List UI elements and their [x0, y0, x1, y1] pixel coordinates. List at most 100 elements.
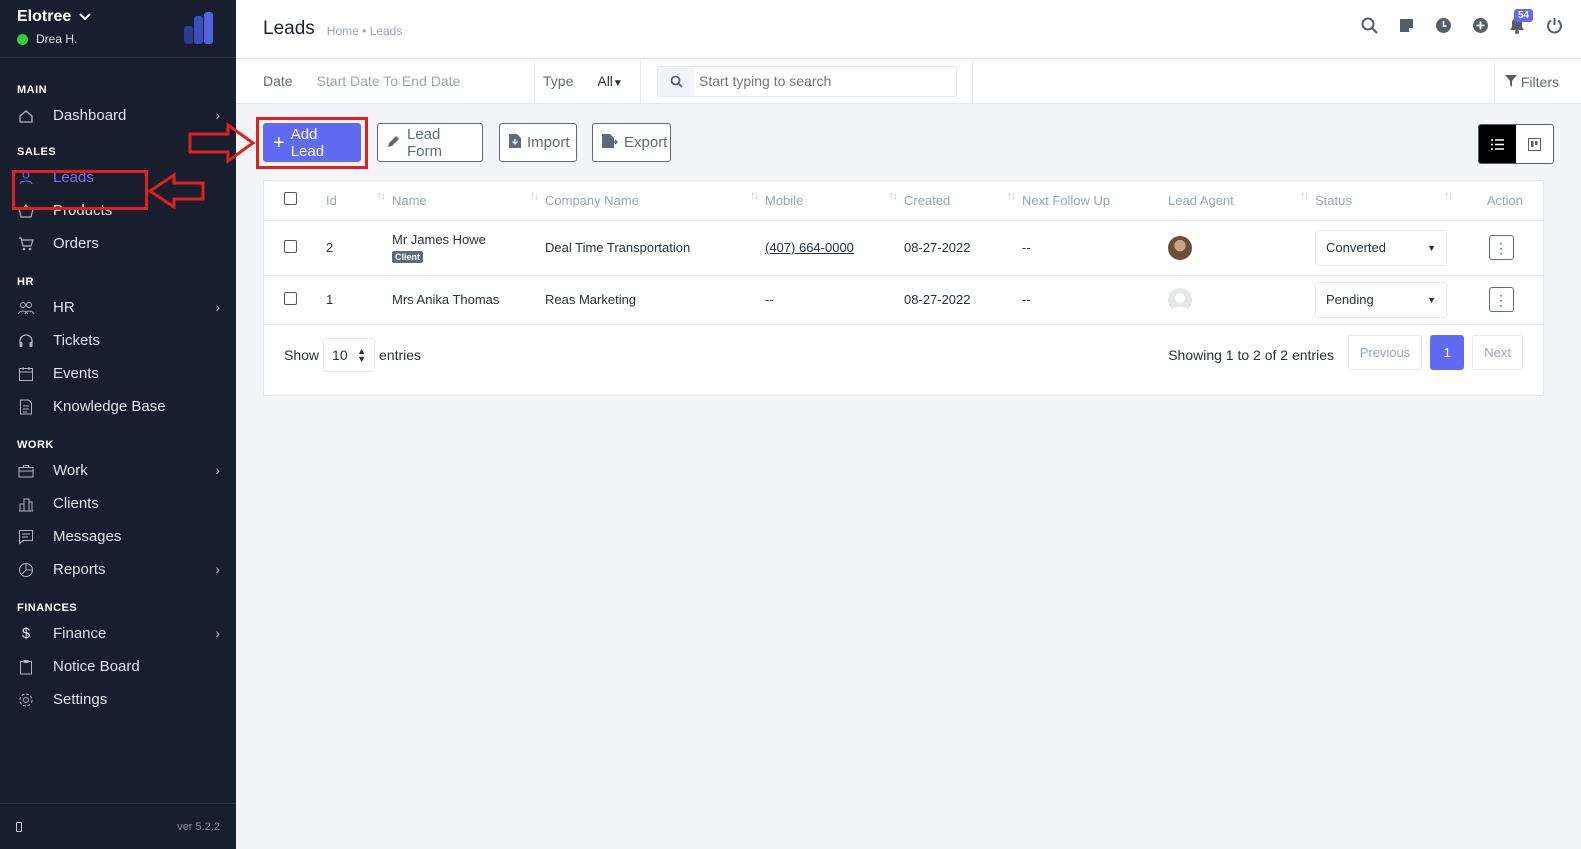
status-select[interactable]: Converted ▼ — [1315, 229, 1447, 266]
breadcrumb[interactable]: Home • Leads — [327, 24, 403, 38]
sidebar-item-settings[interactable]: Settings — [0, 683, 236, 716]
page-1-button[interactable]: 1 — [1430, 335, 1465, 370]
kanban-view-icon[interactable] — [1516, 125, 1553, 163]
sidebar-item-label: Work — [53, 462, 88, 479]
sidebar-item-hr[interactable]: HR › — [0, 291, 236, 324]
user-name: Drea H. — [36, 32, 78, 46]
sidebar-item-orders[interactable]: Orders — [0, 227, 236, 260]
avatar-placeholder[interactable] — [1168, 287, 1192, 312]
mobile-icon[interactable] — [16, 821, 22, 832]
filter-bar: Date Start Date To End Date Type All▼ Fi… — [236, 58, 1581, 104]
column-header-created[interactable]: Created ↑↓ — [904, 181, 1022, 221]
sidebar-item-messages[interactable]: Messages — [0, 520, 236, 553]
column-label: Company Name — [545, 192, 639, 208]
sidebar-item-events[interactable]: Events — [0, 357, 236, 390]
page-header: Leads Home • Leads 54 — [236, 0, 1581, 59]
mobile-link[interactable]: (407) 664-0000 — [765, 240, 854, 255]
dollar-icon: $ — [21, 625, 31, 642]
home-icon — [17, 107, 35, 125]
table-row[interactable]: 1 Mrs Anika Thomas Reas Marketing -- 08-… — [264, 275, 1543, 325]
column-header-id[interactable]: Id ↑↓ — [326, 181, 392, 221]
add-circle-icon[interactable] — [1471, 16, 1489, 34]
list-view-icon[interactable] — [1479, 125, 1516, 163]
lead-name-cell: Mrs Anika Thomas — [392, 275, 545, 325]
page-length-control: Show 10 ▲ ▼ entries — [284, 337, 421, 373]
sidebar-item-notice-board[interactable]: Notice Board — [0, 650, 236, 683]
sort-icon: ↑↓ — [889, 190, 898, 202]
sidebar-item-tickets[interactable]: Tickets — [0, 324, 236, 357]
arrow-right-icon — [188, 122, 256, 164]
type-filter[interactable]: Type All▼ — [535, 58, 641, 104]
date-filter[interactable]: Date Start Date To End Date — [236, 58, 535, 104]
column-header-company[interactable]: Company Name ↑↓ — [545, 181, 765, 221]
sidebar-item-finance[interactable]: $ Finance › — [0, 617, 236, 650]
briefcase-icon — [17, 462, 35, 480]
client-badge: Client — [392, 251, 424, 263]
row-checkbox[interactable] — [284, 291, 297, 305]
select-all-checkbox[interactable] — [284, 192, 297, 206]
search-box[interactable] — [657, 65, 957, 97]
sidebar-item-label: Notice Board — [53, 658, 140, 675]
row-checkbox[interactable] — [284, 239, 297, 253]
sidebar-item-label: HR — [53, 299, 75, 316]
filters-button[interactable]: Filters — [1493, 59, 1581, 104]
sidebar-footer: ver 5.2.2 — [0, 803, 236, 849]
headset-icon — [17, 332, 35, 350]
date-range-input[interactable]: Start Date To End Date — [317, 73, 461, 89]
column-label: Next Follow Up — [1022, 192, 1111, 208]
updown-icon: ▲ ▼ — [357, 346, 367, 364]
caret-down-icon: ▼ — [1427, 242, 1436, 253]
caret-down-icon: ▼ — [612, 78, 623, 89]
table-row[interactable]: 2 Mr James Howe Client Deal Time Transpo… — [264, 220, 1543, 276]
sidebar-item-clients[interactable]: Clients — [0, 487, 236, 520]
view-toggle — [1478, 124, 1554, 164]
section-hr: HR — [17, 276, 34, 288]
bell-icon[interactable]: 54 — [1508, 9, 1534, 34]
search-input[interactable] — [694, 73, 944, 89]
sort-icon: ↑↓ — [377, 190, 386, 202]
next-page-button[interactable]: Next — [1472, 335, 1523, 370]
chevron-down-icon — [79, 13, 91, 21]
page-length-select[interactable]: 10 ▲ ▼ — [323, 338, 376, 372]
status-cell: Pending ▼ — [1315, 275, 1459, 325]
section-work: WORK — [17, 439, 54, 451]
column-header-next-follow-up: Next Follow Up — [1022, 181, 1168, 221]
power-icon[interactable] — [1545, 16, 1563, 34]
column-header-mobile[interactable]: Mobile ↑↓ — [765, 181, 904, 221]
more-options-button[interactable]: ⋮ — [1488, 287, 1514, 312]
sidebar-item-label: Tickets — [53, 332, 100, 349]
sidebar-item-knowledge-base[interactable]: Knowledge Base — [0, 390, 236, 423]
more-options-button[interactable]: ⋮ — [1488, 235, 1514, 260]
funnel-icon — [1504, 74, 1517, 90]
column-header-name[interactable]: Name ↑↓ — [392, 181, 545, 221]
lead-form-button[interactable]: Lead Form — [377, 123, 483, 162]
buildings-icon — [17, 495, 35, 513]
type-select[interactable]: All▼ — [597, 73, 622, 89]
clock-icon[interactable] — [1434, 16, 1452, 34]
show-label: Show — [284, 347, 320, 363]
next-follow-up: -- — [1022, 220, 1168, 276]
column-header-status[interactable]: Status ↑↓ — [1315, 181, 1459, 221]
sidebar-item-reports[interactable]: Reports › — [0, 553, 236, 586]
app-version: ver 5.2.2 — [177, 820, 220, 833]
action-cell: ⋮ — [1459, 275, 1543, 325]
sticky-note-icon[interactable] — [1397, 16, 1415, 34]
import-button[interactable]: Import — [499, 123, 577, 162]
sidebar-item-label: Events — [53, 365, 99, 382]
sidebar-item-work[interactable]: Work › — [0, 454, 236, 487]
leads-table-card: Id ↑↓ Name ↑↓ Company Name ↑↓ Mobile ↑↓ Crea… — [263, 180, 1544, 396]
lead-name[interactable]: Mrs Anika Thomas — [392, 292, 545, 307]
pie-chart-icon — [17, 561, 35, 579]
sidebar-item-label: Reports — [53, 561, 106, 578]
avatar[interactable] — [1168, 235, 1192, 260]
status-select[interactable]: Pending ▼ — [1315, 281, 1447, 318]
sidebar-item-label: Knowledge Base — [53, 398, 166, 415]
column-label: Id — [326, 192, 337, 208]
lead-name[interactable]: Mr James Howe — [392, 232, 545, 247]
status-value: Converted — [1326, 240, 1386, 255]
search-icon[interactable] — [1360, 16, 1378, 34]
previous-page-button[interactable]: Previous — [1347, 335, 1423, 370]
document-icon — [17, 398, 35, 416]
column-header-lead-agent[interactable]: Lead Agent ↑↓ — [1168, 181, 1315, 221]
export-button[interactable]: Export — [592, 123, 671, 162]
